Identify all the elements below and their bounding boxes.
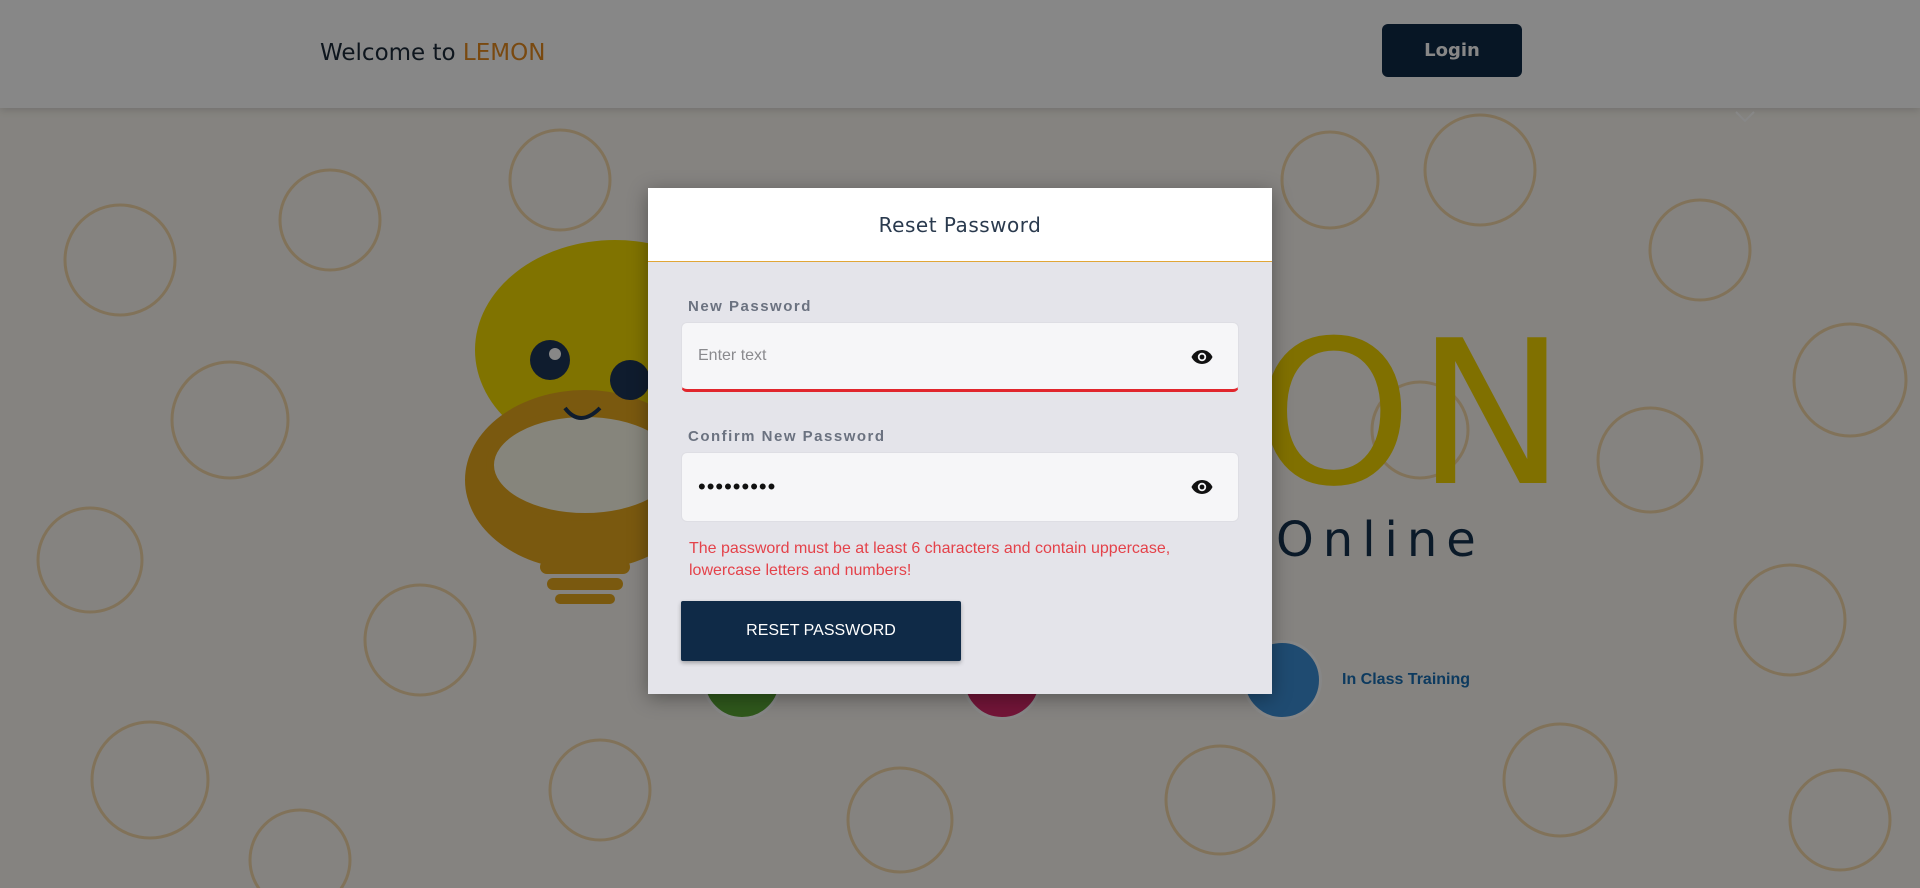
new-password-label: New Password [688,298,812,315]
confirm-password-field[interactable]: ••••••••• [681,452,1239,522]
modal-header: Reset Password [648,188,1272,262]
new-password-input[interactable] [698,323,1158,389]
confirm-password-label: Confirm New Password [688,428,886,445]
modal-title: Reset Password [878,212,1042,237]
password-error-message: The password must be at least 6 characte… [689,540,1171,579]
eye-icon[interactable] [1190,345,1214,369]
new-password-field[interactable] [681,322,1239,392]
reset-password-modal: Reset Password New Password Confirm New … [648,188,1272,694]
confirm-password-input[interactable]: ••••••••• [698,453,1158,521]
eye-icon[interactable] [1190,475,1214,499]
reset-password-button[interactable]: RESET PASSWORD [681,601,961,661]
